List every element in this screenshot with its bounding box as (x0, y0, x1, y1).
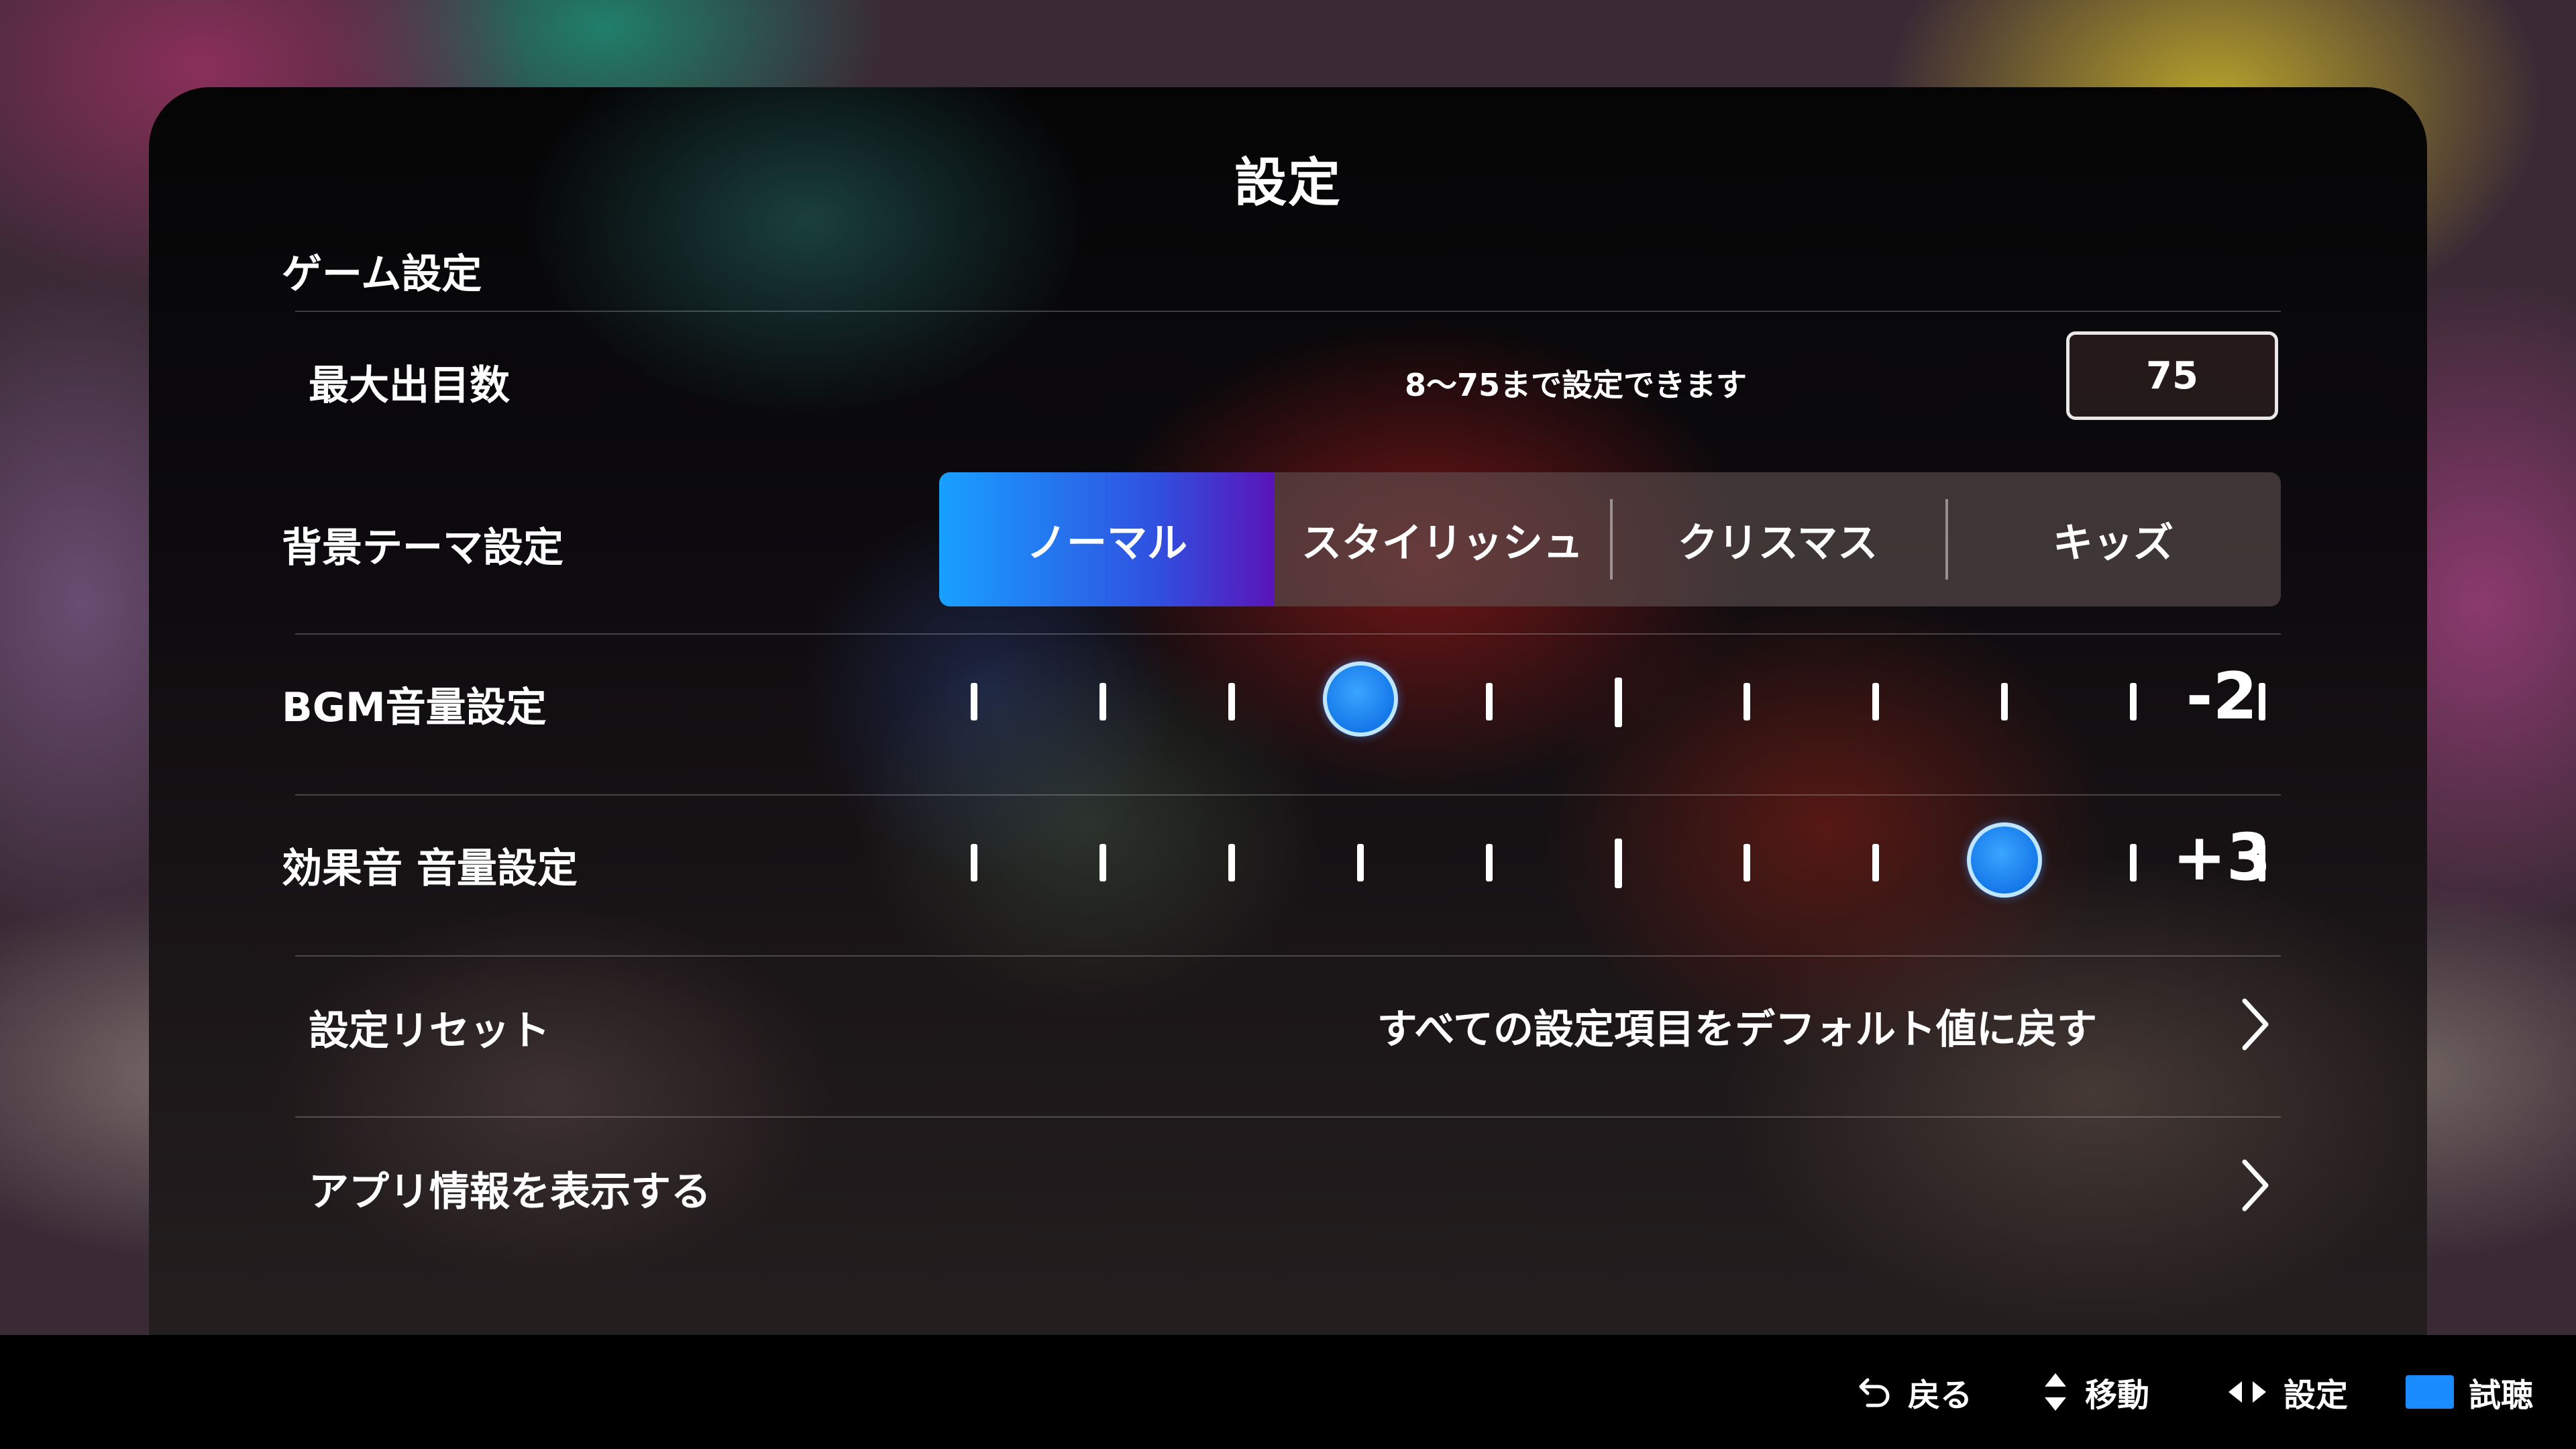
hint-preview-label: 試聴 (2469, 1377, 2534, 1414)
slider-tick (1872, 683, 1879, 720)
theme-option-normal[interactable]: ノーマル (939, 472, 1275, 606)
button-hint-bar: 戻る 移動 設定 試聴 (0, 1335, 2576, 1449)
slider-tick (1099, 683, 1106, 720)
hint-move-label: 移動 (2085, 1377, 2150, 1414)
divider (295, 794, 2281, 796)
theme-label: 背景テーマ設定 (282, 525, 564, 572)
slider-tick (1099, 844, 1106, 881)
slider-tick (1486, 683, 1493, 720)
reset-description: すべての設定項目をデフォルト値に戻す (1377, 1006, 2097, 1053)
hint-set-label: 設定 (2284, 1377, 2349, 1414)
hint-set: 設定 (2226, 1335, 2348, 1449)
slider-tick (971, 683, 977, 720)
slider-tick (1228, 844, 1235, 881)
theme-option-christmas[interactable]: クリスマス (1610, 472, 1945, 606)
up-down-arrows-icon (2041, 1371, 2070, 1413)
divider (295, 311, 2281, 312)
divider (295, 633, 2281, 635)
max-draws-value: 75 (2146, 354, 2198, 398)
slider-knob[interactable] (1323, 661, 1398, 737)
bgm-volume-slider[interactable] (971, 651, 2265, 745)
settings-panel: 設定 ゲーム設定 最大出目数 8〜75まで設定できます 75 背景テーマ設定 ノ… (149, 87, 2427, 1335)
reset-label: 設定リセット (309, 1008, 550, 1055)
hint-preview: 試聴 (2406, 1335, 2533, 1449)
slider-tick (2130, 844, 2137, 881)
slider-tick (2130, 683, 2137, 720)
se-volume-label: 効果音 音量設定 (282, 845, 578, 892)
left-right-arrows-icon (2226, 1377, 2269, 1407)
blue-square-icon (2406, 1375, 2454, 1409)
slider-tick (1872, 844, 1879, 881)
slider-tick (1357, 844, 1364, 881)
max-draws-hint: 8〜75まで設定できます (1404, 367, 1747, 403)
chevron-right-icon[interactable] (2235, 1155, 2275, 1216)
hint-back-label: 戻る (1908, 1377, 1973, 1414)
undo-arrow-icon (1853, 1372, 1893, 1412)
chevron-right-icon[interactable] (2235, 994, 2275, 1055)
slider-tick (971, 844, 977, 881)
max-draws-input[interactable]: 75 (2066, 331, 2278, 420)
se-volume-slider[interactable] (971, 812, 2265, 906)
bgm-volume-value: -2 (2186, 659, 2258, 734)
section-heading-game: ゲーム設定 (282, 251, 482, 298)
slider-tick (2001, 683, 2008, 720)
max-draws-label: 最大出目数 (309, 362, 510, 409)
theme-option-stylish[interactable]: スタイリッシュ (1275, 472, 1610, 606)
hint-move: 移動 (2041, 1335, 2149, 1449)
hint-back: 戻る (1853, 1335, 1972, 1449)
se-volume-value: +3 (2172, 820, 2271, 895)
slider-tick (1486, 844, 1493, 881)
theme-selector: ノーマル スタイリッシュ クリスマス キッズ (939, 472, 2281, 606)
page-title: 設定 (1234, 153, 1342, 213)
slider-tick (1228, 683, 1235, 720)
slider-tick (1743, 844, 1750, 881)
slider-tick (1614, 678, 1622, 727)
slider-tick (1614, 839, 1622, 888)
app-info-label: アプリ情報を表示する (309, 1169, 711, 1216)
bgm-volume-label: BGM音量設定 (282, 684, 547, 731)
slider-knob[interactable] (1967, 822, 2042, 898)
theme-option-kids[interactable]: キッズ (1945, 472, 2281, 606)
slider-tick (1743, 683, 1750, 720)
